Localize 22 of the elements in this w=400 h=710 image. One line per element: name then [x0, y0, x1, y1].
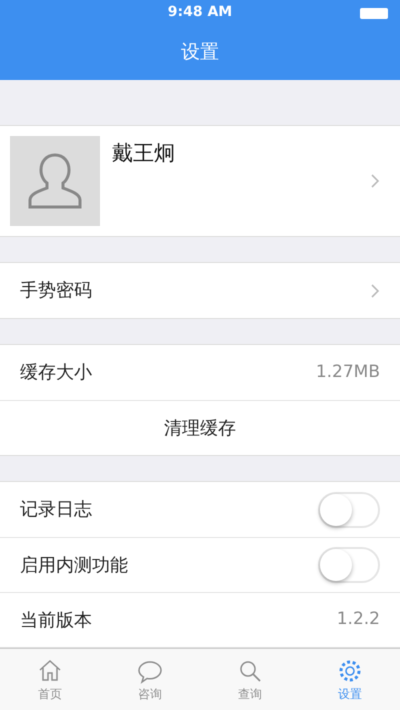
toggle-switch[interactable] — [318, 492, 380, 528]
setting-value: 1.27MB — [316, 360, 380, 384]
tab-item[interactable]: 查询 — [200, 649, 300, 710]
battery-icon — [360, 8, 388, 19]
setting-label: 缓存大小 — [20, 361, 92, 385]
tab-item[interactable]: 首页 — [0, 649, 100, 710]
profile-row[interactable]: 戴王炯 — [0, 126, 400, 236]
status-time: 9:48 AM — [168, 3, 232, 22]
setting-row[interactable]: 手势密码 — [0, 263, 400, 318]
nav-title: 设置 — [181, 40, 219, 66]
chevron-icon — [370, 173, 380, 189]
tab-item[interactable]: 咨询 — [100, 649, 200, 710]
toggle-switch[interactable] — [318, 547, 380, 583]
setting-label: 手势密码 — [20, 279, 92, 303]
setting-label: 记录日志 — [20, 498, 92, 522]
action-button[interactable]: 清理缓存 — [164, 414, 236, 442]
setting-value: 1.2.2 — [336, 608, 380, 632]
tab-item[interactable]: 设置 — [300, 649, 400, 710]
setting-label: 当前版本 — [20, 608, 92, 632]
profile-name: 戴王炯 — [112, 140, 175, 167]
chevron-icon — [370, 282, 380, 298]
setting-label: 启用内测功能 — [20, 554, 128, 578]
